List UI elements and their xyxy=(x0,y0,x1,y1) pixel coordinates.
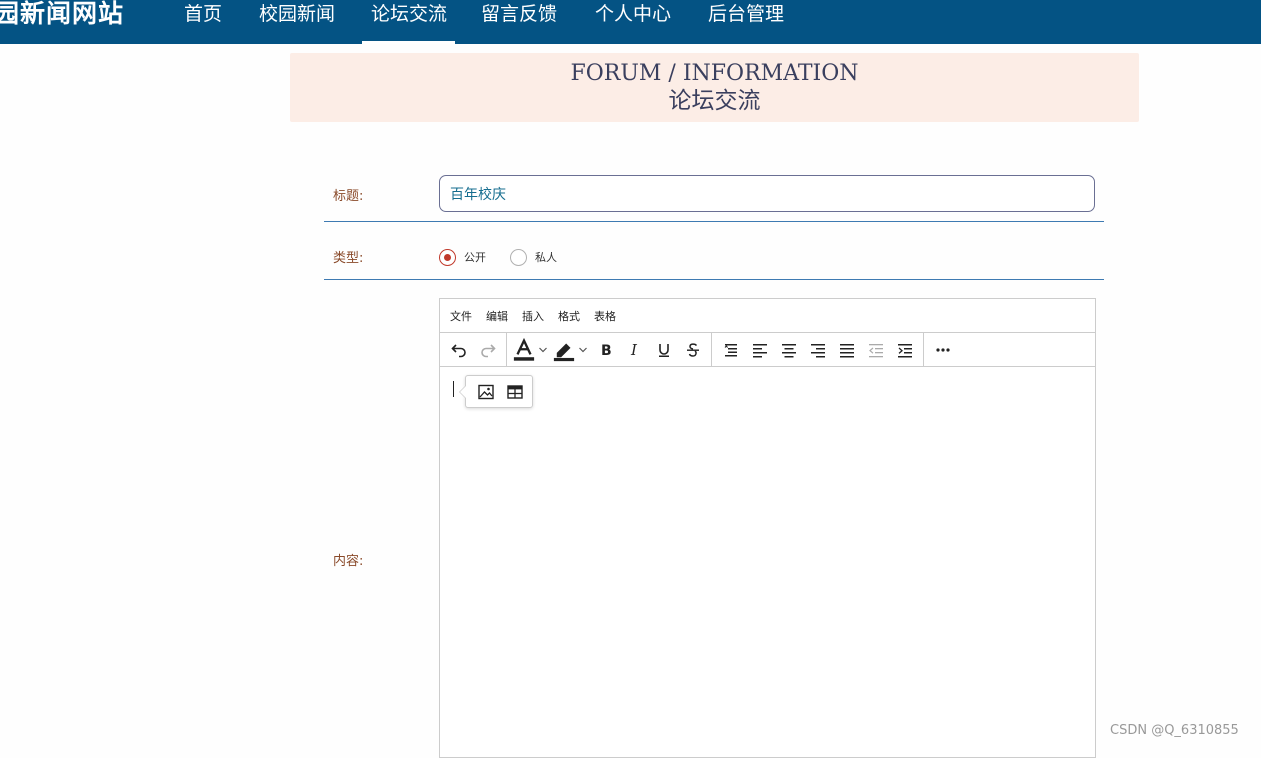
radio-circle[interactable] xyxy=(510,248,527,266)
align-right-icon[interactable] xyxy=(803,336,832,364)
menu-edit[interactable]: 编辑 xyxy=(486,308,508,324)
watermark: CSDN @Q_6310855 xyxy=(1110,723,1239,738)
editor-menubar: 文件 编辑 插入 格式 表格 xyxy=(440,299,1095,333)
align-left-icon[interactable] xyxy=(745,336,774,364)
banner-title-en: FORUM / INFORMATION xyxy=(570,61,859,86)
top-nav-bar: 园新闻网站 首页 校园新闻 论坛交流 留言反馈 个人中心 后台管理 xyxy=(0,0,1261,44)
editor-toolbar: B I xyxy=(440,332,1095,367)
menu-insert[interactable]: 插入 xyxy=(522,308,544,324)
radio-private-label: 私人 xyxy=(535,251,557,264)
undo-icon[interactable] xyxy=(444,336,473,364)
content-label: 内容: xyxy=(333,554,364,569)
menu-table[interactable]: 表格 xyxy=(594,308,616,324)
chevron-down-icon[interactable] xyxy=(577,345,589,355)
italic-icon[interactable]: I xyxy=(620,336,649,364)
indent-icon[interactable] xyxy=(890,336,919,364)
text-color-button[interactable] xyxy=(511,336,549,364)
text-color-icon[interactable] xyxy=(511,336,537,364)
title-input[interactable] xyxy=(439,175,1095,212)
text-caret xyxy=(453,381,454,397)
menu-format[interactable]: 格式 xyxy=(558,308,580,324)
svg-text:I: I xyxy=(630,341,638,359)
image-icon[interactable] xyxy=(471,378,500,405)
page-banner: FORUM / INFORMATION 论坛交流 xyxy=(290,53,1139,122)
nav-item-campus-news[interactable]: 校园新闻 xyxy=(250,0,344,44)
more-icon[interactable] xyxy=(928,336,957,364)
quick-insert-popup xyxy=(459,375,533,408)
title-label: 标题: xyxy=(333,189,364,204)
nav-item-forum[interactable]: 论坛交流 xyxy=(362,0,455,44)
divider xyxy=(324,279,1104,280)
chevron-down-icon[interactable] xyxy=(537,345,549,355)
radio-public[interactable]: 公开 xyxy=(439,248,486,266)
strikethrough-icon[interactable] xyxy=(678,336,707,364)
highlight-color-icon[interactable] xyxy=(551,336,577,364)
editor-content-area[interactable] xyxy=(440,367,1095,757)
redo-icon[interactable] xyxy=(473,336,502,364)
bold-icon[interactable]: B xyxy=(591,336,620,364)
line-height-icon[interactable] xyxy=(716,336,745,364)
outdent-icon[interactable] xyxy=(861,336,890,364)
svg-text:B: B xyxy=(601,343,612,359)
radio-circle-checked[interactable] xyxy=(439,248,456,266)
table-icon[interactable] xyxy=(500,378,529,405)
type-label: 类型: xyxy=(333,251,364,266)
menu-file[interactable]: 文件 xyxy=(450,308,472,324)
radio-public-label: 公开 xyxy=(464,251,486,264)
nav-item-home[interactable]: 首页 xyxy=(175,0,231,44)
underline-icon[interactable] xyxy=(649,336,678,364)
banner-title-cn: 论坛交流 xyxy=(668,88,761,114)
divider xyxy=(324,221,1104,222)
nav-item-admin[interactable]: 后台管理 xyxy=(699,0,793,44)
radio-private[interactable]: 私人 xyxy=(510,248,557,266)
rich-text-editor: 文件 编辑 插入 格式 表格 B I xyxy=(439,298,1096,758)
nav-item-personal-center[interactable]: 个人中心 xyxy=(586,0,680,44)
highlight-color-button[interactable] xyxy=(551,336,589,364)
align-justify-icon[interactable] xyxy=(832,336,861,364)
site-title[interactable]: 园新闻网站 xyxy=(0,0,124,30)
align-center-icon[interactable] xyxy=(774,336,803,364)
nav-item-feedback[interactable]: 留言反馈 xyxy=(472,0,566,44)
